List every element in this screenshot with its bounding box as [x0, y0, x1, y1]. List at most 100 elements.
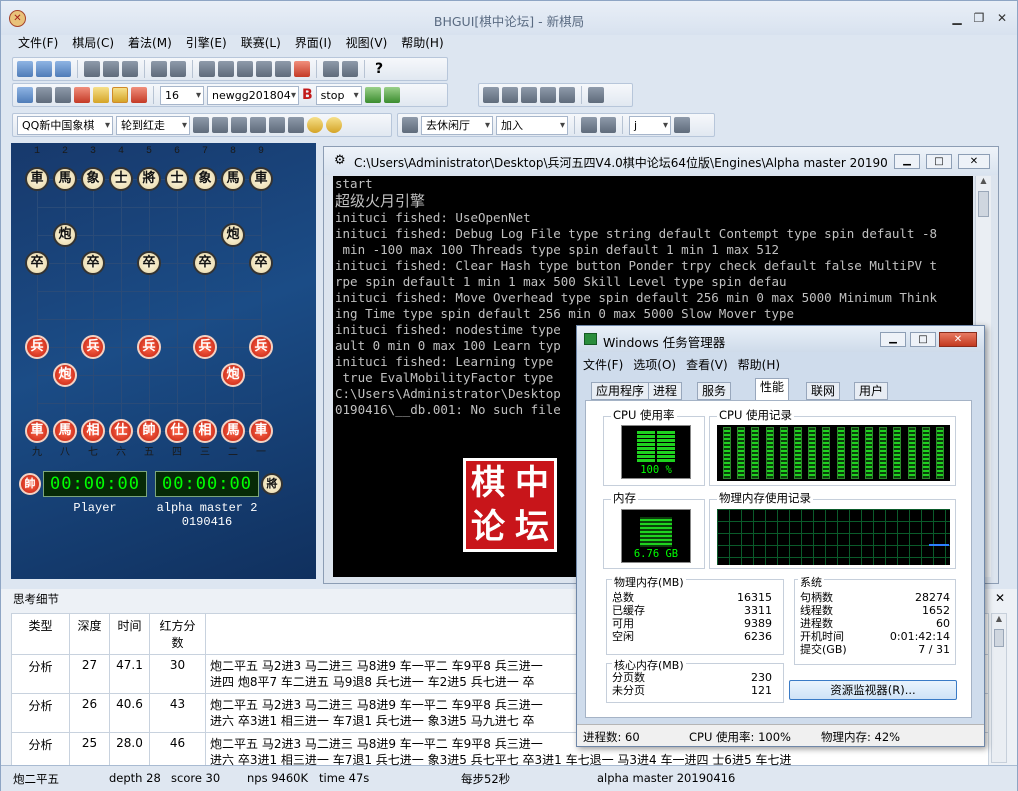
monitor-icon[interactable] — [55, 87, 71, 103]
minimize-icon[interactable]: ▁ — [949, 11, 965, 25]
tab-processes[interactable]: 进程 — [648, 382, 683, 400]
think-close-icon[interactable]: ✕ — [995, 591, 1005, 605]
black-piece[interactable]: 將 — [137, 167, 161, 191]
copy-icon[interactable] — [151, 61, 167, 77]
menu-engine[interactable]: 引擎(E) — [179, 33, 234, 53]
resource-monitor-button[interactable]: 资源监视器(R)... — [789, 680, 957, 700]
scan-icon[interactable] — [212, 117, 228, 133]
column-header[interactable]: 深度 — [69, 613, 110, 655]
menu-league[interactable]: 联赛(L) — [234, 33, 288, 53]
depth-select[interactable]: 16 — [160, 85, 204, 105]
table-icon[interactable] — [402, 117, 418, 133]
red-piece[interactable]: 相 — [81, 419, 105, 443]
tab-networking[interactable]: 联网 — [806, 382, 841, 400]
gear-icon[interactable] — [250, 117, 266, 133]
new-icon[interactable] — [17, 61, 33, 77]
red-piece[interactable]: 馬 — [221, 419, 245, 443]
board-icon[interactable] — [17, 87, 33, 103]
tab-performance[interactable]: 性能 — [755, 378, 790, 401]
console-minimize-icon[interactable]: ▁ — [894, 154, 920, 169]
join-select[interactable]: 加入 — [496, 115, 568, 135]
delete-icon[interactable] — [294, 61, 310, 77]
column-header[interactable]: 类型 — [11, 613, 70, 655]
layout-icon[interactable] — [342, 61, 358, 77]
black-piece[interactable]: 馬 — [53, 167, 77, 191]
red-soldier[interactable]: 兵 — [137, 335, 161, 359]
tab-applications[interactable]: 应用程序 — [591, 382, 650, 400]
mail-icon[interactable] — [103, 61, 119, 77]
first-move-icon[interactable] — [199, 61, 215, 77]
black-piece[interactable]: 車 — [25, 167, 49, 191]
loop-icon[interactable] — [559, 87, 575, 103]
black-cannon[interactable]: 炮 — [221, 223, 245, 247]
menu-game[interactable]: 棋局(C) — [65, 33, 121, 53]
tiles-icon[interactable] — [502, 87, 518, 103]
menu-file[interactable]: 文件(F) — [11, 33, 65, 53]
column-header[interactable]: 红方分数 — [149, 613, 206, 655]
black-piece[interactable]: 象 — [193, 167, 217, 191]
menu-move[interactable]: 着法(M) — [121, 33, 179, 53]
red-cannon[interactable]: 炮 — [221, 363, 245, 387]
black-piece[interactable]: 士 — [109, 167, 133, 191]
red-soldier[interactable]: 兵 — [193, 335, 217, 359]
paste-icon[interactable] — [170, 61, 186, 77]
turn-select[interactable]: 轮到红走 — [116, 115, 190, 135]
search-icon[interactable] — [112, 87, 128, 103]
black-piece[interactable]: 象 — [81, 167, 105, 191]
tm-maximize-icon[interactable]: □ — [910, 332, 936, 347]
console-maximize-icon[interactable]: □ — [926, 154, 952, 169]
download-icon[interactable] — [600, 117, 616, 133]
black-piece[interactable]: 馬 — [221, 167, 245, 191]
y-icon[interactable] — [269, 117, 285, 133]
menu-help[interactable]: 帮助(H) — [394, 33, 450, 53]
think-scroll-thumb[interactable] — [994, 629, 1004, 647]
grid-icon[interactable] — [483, 87, 499, 103]
pet-icon[interactable] — [383, 87, 400, 103]
open-icon[interactable] — [36, 61, 52, 77]
maximize-icon[interactable]: ❐ — [971, 11, 987, 25]
platform-select[interactable]: QQ新中国象棋 — [17, 115, 113, 135]
last-move-icon[interactable] — [256, 61, 272, 77]
panel-icon[interactable] — [588, 87, 604, 103]
black-soldier[interactable]: 卒 — [193, 251, 217, 275]
black-piece[interactable]: 車 — [249, 167, 273, 191]
chat-icon[interactable] — [288, 117, 304, 133]
tm-close-icon[interactable]: ✕ — [939, 332, 977, 347]
black-soldier[interactable]: 卒 — [137, 251, 161, 275]
analyze-icon[interactable] — [364, 87, 381, 103]
black-soldier[interactable]: 卒 — [249, 251, 273, 275]
hand-icon[interactable] — [231, 117, 247, 133]
black-piece[interactable]: 士 — [165, 167, 189, 191]
menu-view[interactable]: 视图(V) — [339, 33, 395, 53]
red-piece[interactable]: 帥 — [137, 419, 161, 443]
console-close-icon[interactable]: ✕ — [958, 154, 990, 169]
chess-board[interactable]: 123456789九八七六五四三二一 車馬象士將士象馬車炮炮卒卒卒卒卒兵兵兵兵兵… — [11, 143, 316, 579]
book-select[interactable]: newgg201804 — [207, 85, 299, 105]
help-icon[interactable]: ? — [371, 61, 387, 77]
think-scrollbar[interactable]: ▲ — [991, 613, 1007, 763]
prev-move-icon[interactable] — [218, 61, 234, 77]
tab-users[interactable]: 用户 — [854, 382, 889, 400]
cannon-piece-icon[interactable] — [307, 117, 323, 133]
engine-icon[interactable] — [36, 87, 52, 103]
red-piece[interactable]: 車 — [25, 419, 49, 443]
scroll-thumb[interactable] — [978, 191, 989, 217]
hint-icon[interactable] — [93, 87, 109, 103]
flip-icon[interactable] — [84, 61, 100, 77]
red-piece[interactable]: 仕 — [109, 419, 133, 443]
undo-icon[interactable] — [275, 61, 291, 77]
red-piece[interactable]: 車 — [249, 419, 273, 443]
column-header[interactable]: 时间 — [109, 613, 150, 655]
tm-menu-options[interactable]: 选项(O) — [633, 358, 676, 372]
connect-icon[interactable] — [193, 117, 209, 133]
record-icon[interactable] — [74, 87, 90, 103]
menu-interface[interactable]: 界面(I) — [288, 33, 339, 53]
user-icon[interactable] — [674, 117, 690, 133]
split-icon[interactable] — [521, 87, 537, 103]
general-piece-icon[interactable] — [326, 117, 342, 133]
red-soldier[interactable]: 兵 — [81, 335, 105, 359]
save-icon[interactable] — [55, 61, 71, 77]
red-cannon[interactable]: 炮 — [53, 363, 77, 387]
red-soldier[interactable]: 兵 — [25, 335, 49, 359]
tab-services[interactable]: 服务 — [697, 382, 732, 400]
